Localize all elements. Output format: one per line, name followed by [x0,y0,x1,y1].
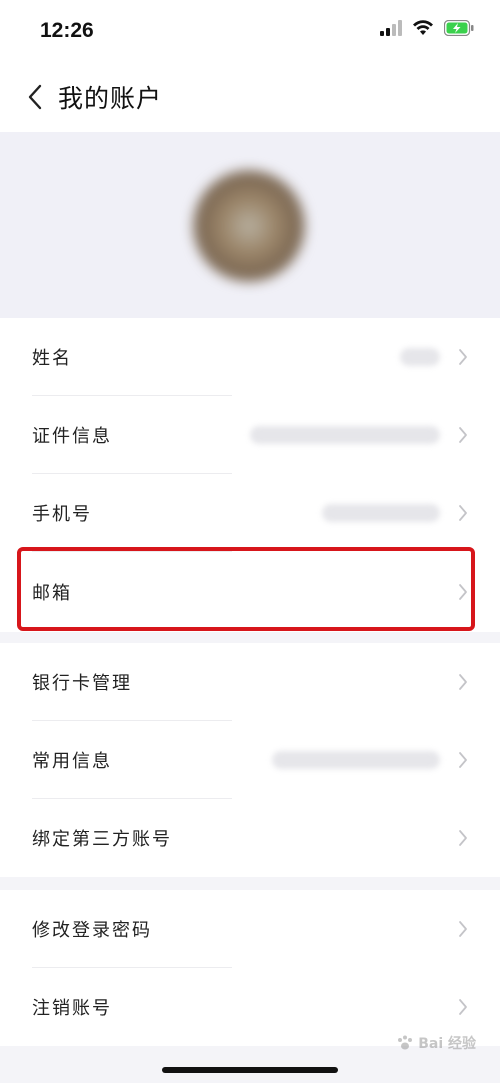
avatar[interactable] [193,170,305,282]
status-bar: 12:26 [0,0,500,62]
row-label: 常用信息 [32,751,112,772]
row-email[interactable]: 邮箱 [0,552,500,632]
row-value-redacted [250,426,440,444]
paw-icon [398,1035,413,1050]
chevron-right-icon [459,752,467,768]
status-icons [380,20,474,36]
chevron-right-icon [459,505,467,521]
account-info-group: 姓名 证件信息 手机号 邮箱 [0,318,500,632]
battery-charging-icon [444,20,474,36]
row-label: 姓名 [32,348,72,369]
page-title: 我的账户 [58,84,163,113]
cellular-signal-icon [380,20,402,36]
chevron-right-icon [459,999,467,1015]
row-phone[interactable]: 手机号 [0,474,500,552]
row-bank-card[interactable]: 银行卡管理 [0,643,500,721]
wifi-icon [413,20,433,35]
row-id-info[interactable]: 证件信息 [0,396,500,474]
row-label: 绑定第三方账号 [32,829,172,850]
row-value-redacted [272,751,440,769]
row-change-password[interactable]: 修改登录密码 [0,890,500,968]
row-value-redacted [322,504,440,522]
row-label: 邮箱 [32,583,72,604]
row-label: 银行卡管理 [32,673,132,694]
nav-bar: 我的账户 [0,62,500,132]
row-label: 证件信息 [32,426,112,447]
chevron-right-icon [459,349,467,365]
settings-group: 银行卡管理 常用信息 绑定第三方账号 [0,643,500,877]
chevron-left-icon [28,84,42,110]
row-third-party[interactable]: 绑定第三方账号 [0,799,500,877]
status-time: 12:26 [40,19,94,42]
watermark-text: Bai 经验 [418,1036,476,1052]
row-common-info[interactable]: 常用信息 [0,721,500,799]
row-name[interactable]: 姓名 [0,318,500,396]
back-button[interactable] [20,78,50,116]
row-label: 手机号 [32,504,92,525]
chevron-right-icon [459,830,467,846]
chevron-right-icon [459,584,467,600]
chevron-right-icon [459,921,467,937]
security-group: 修改登录密码 注销账号 [0,890,500,1046]
watermark: Bai 经验 [396,1033,476,1053]
chevron-right-icon [459,427,467,443]
avatar-section [0,132,500,318]
home-indicator [162,1067,338,1073]
account-page: 12:26 我的账户 姓名 证件信息 手机号 邮箱 银行卡管理 常用信息 绑定第… [0,0,500,1083]
chevron-right-icon [459,674,467,690]
row-value-redacted [400,348,440,366]
row-label: 注销账号 [32,998,112,1019]
row-label: 修改登录密码 [32,920,152,941]
